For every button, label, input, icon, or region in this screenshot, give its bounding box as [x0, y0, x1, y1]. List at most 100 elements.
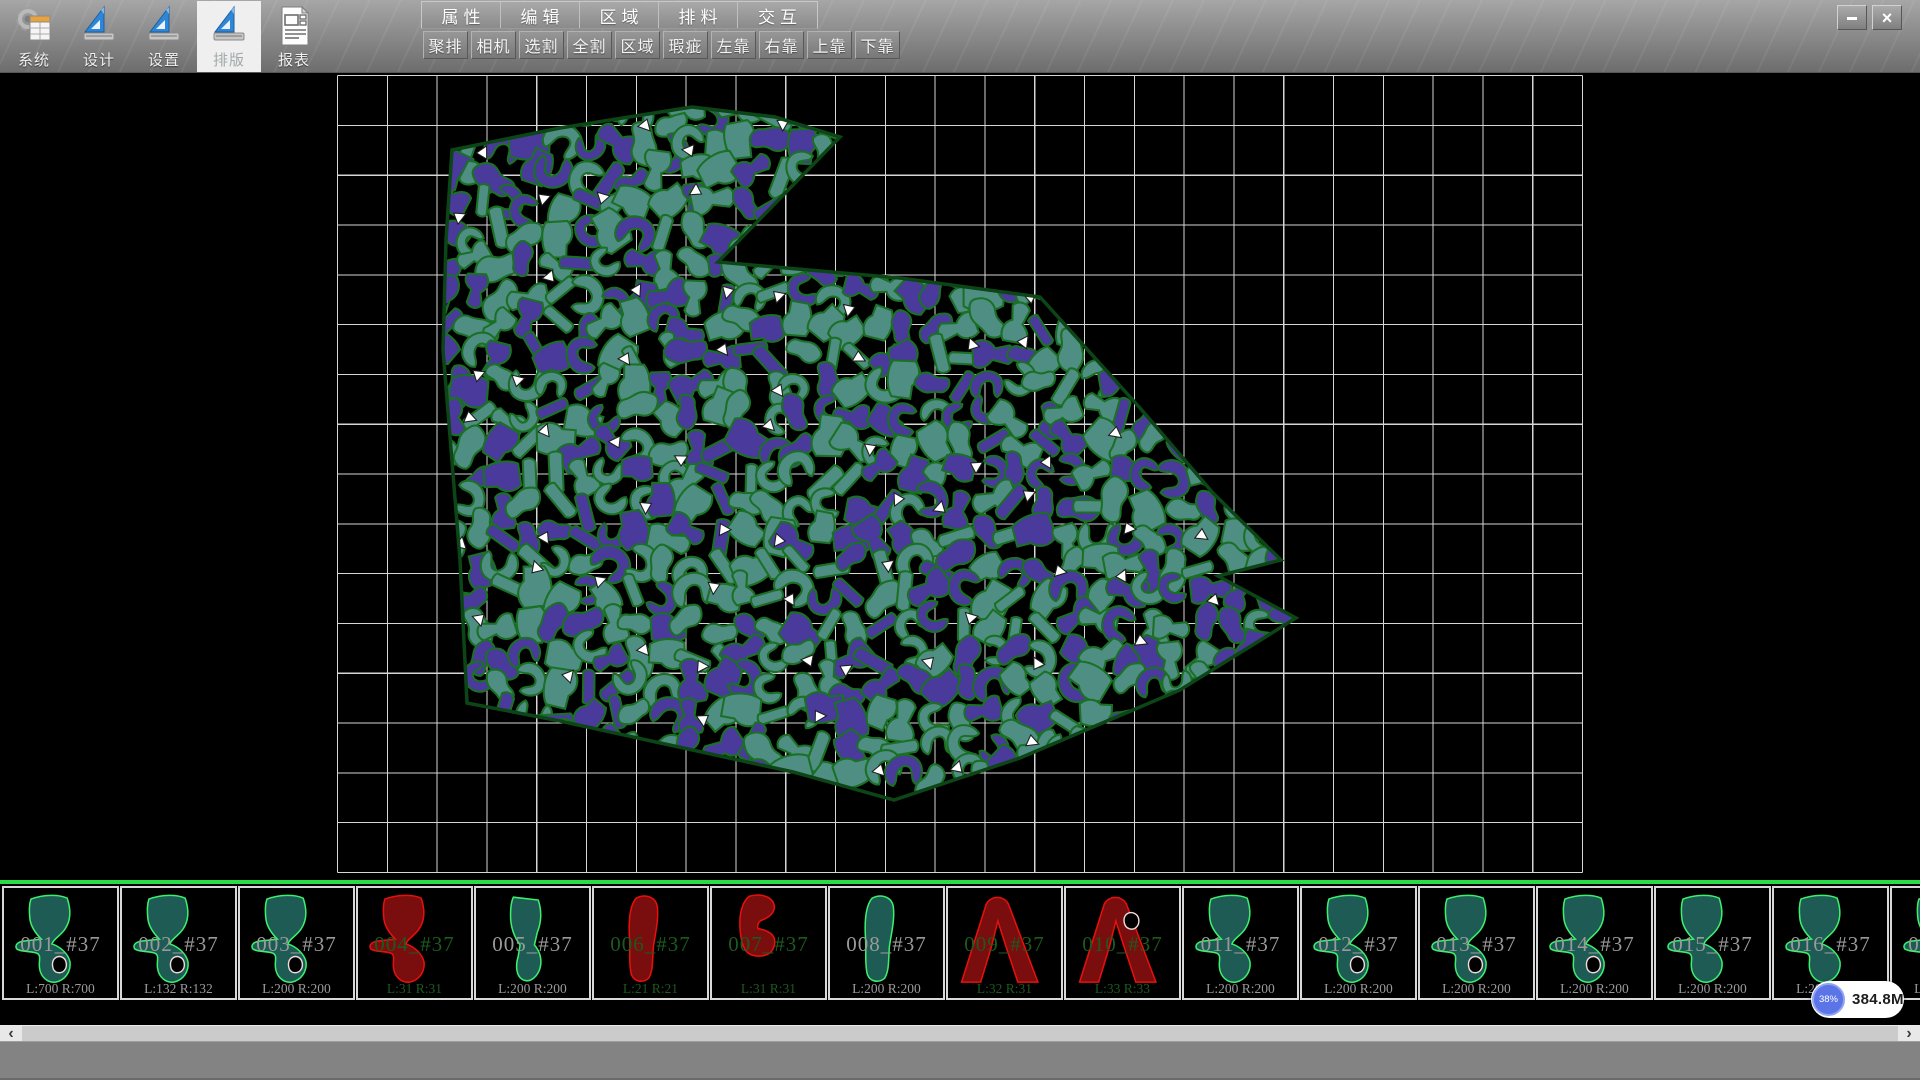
nested-pieces [416, 87, 1316, 808]
thumbnail-id-label: 003_#37 [240, 932, 353, 957]
pattern-thumbnail-1[interactable]: 001_#37L:700 R:700 [2, 886, 119, 1000]
pattern-thumbnail-15[interactable]: 015_#37L:200 R:200 [1654, 886, 1771, 1000]
mode-button-3[interactable]: 设置 [132, 1, 196, 72]
thumbnail-id-label: 001_#37 [4, 932, 117, 957]
pattern-thumbnail-10[interactable]: 010_#37 L:33 R:33 [1064, 886, 1181, 1000]
action-button-10[interactable]: 下靠 [855, 31, 900, 59]
action-button-9[interactable]: 上靠 [807, 31, 852, 59]
thumbnail-lr-count: L:200 R:200 [1302, 981, 1415, 997]
set-square-icon [78, 3, 120, 49]
thumbnail-lr-count: L:200 R:200 [1420, 981, 1533, 997]
piece-marker-icon [1213, 667, 1229, 683]
mode-button-5[interactable]: 报表 [262, 1, 326, 72]
action-button-3[interactable]: 选割 [519, 31, 564, 59]
piece-marker-icon [1175, 367, 1187, 379]
pattern-thumbnail-14[interactable]: 014_#37L:200 R:200 [1536, 886, 1653, 1000]
piece-marker-icon [949, 209, 966, 226]
action-button-6[interactable]: 瑕疵 [663, 31, 708, 59]
report-icon [275, 5, 313, 47]
horizontal-scrollbar[interactable]: ‹ › [0, 1025, 1920, 1041]
thumbnail-id-label: 013_#37 [1420, 932, 1533, 957]
piece-marker-icon [1219, 729, 1235, 745]
piece-marker-icon [782, 592, 795, 605]
menu-tab-1[interactable]: 属性 [422, 2, 501, 28]
set-square-icon [209, 5, 249, 47]
pattern-thumbnail-5[interactable]: 005_#37L:200 R:200 [474, 886, 591, 1000]
thumbnail-id-label: 011_#37 [1184, 932, 1297, 957]
set-square-icon [144, 5, 184, 47]
pattern-thumbnail-12[interactable]: 012_#37L:200 R:200 [1300, 886, 1417, 1000]
piece-marker-icon [1034, 197, 1050, 213]
action-button-5[interactable]: 区域 [615, 31, 660, 59]
mode-button-2[interactable]: 设计 [67, 1, 131, 72]
piece-marker-icon [439, 649, 454, 664]
thumbnail-id-label: 007_#37 [712, 932, 825, 957]
piece-hole [1586, 957, 1600, 973]
pattern-thumbnail-4[interactable]: 004_#37L:31 R:31 [356, 886, 473, 1000]
scroll-left-icon[interactable]: ‹ [0, 1026, 22, 1041]
piece-marker-icon [883, 209, 896, 222]
piece-marker-icon [1189, 294, 1205, 310]
nesting-canvas[interactable] [0, 73, 1920, 880]
piece-hole [1468, 957, 1482, 973]
minimize-button[interactable]: ▬ [1837, 5, 1867, 30]
mode-button-label: 设计 [83, 49, 115, 70]
pattern-thumbnail-9[interactable]: 009_#37L:32 R:31 [946, 886, 1063, 1000]
pattern-thumbnail-8[interactable]: 008_#37L:200 R:200 [828, 886, 945, 1000]
piece-marker-icon [793, 204, 810, 221]
set-square-icon [143, 3, 185, 49]
thumbnail-lr-count: L:200 R:200 [240, 981, 353, 997]
pattern-thumbnail-13[interactable]: 013_#37 L:200 R:200 [1418, 886, 1535, 1000]
menu-tab-4[interactable]: 排料 [659, 2, 738, 28]
set-square-icon [79, 5, 119, 47]
piece-marker-icon [1094, 222, 1108, 236]
piece-marker-icon [1191, 197, 1203, 209]
thumbnail-lr-count: L:200 R:200 [1184, 981, 1297, 997]
mode-button-label: 排版 [213, 49, 245, 70]
action-button-8[interactable]: 右靠 [759, 31, 804, 59]
pattern-thumbnail-11[interactable]: 011_#37 L:200 R:200 [1182, 886, 1299, 1000]
menu-tab-2[interactable]: 编辑 [501, 2, 580, 28]
menu-tab-5[interactable]: 交互 [738, 2, 817, 28]
piece-marker-icon [482, 718, 499, 735]
thumbnail-lr-count: L:31 R:31 [358, 981, 471, 997]
thumbnail-id-label: 017_#37 [1892, 932, 1920, 957]
thumbnail-lr-count: L:21 R:21 [594, 981, 707, 997]
mode-button-label: 系统 [18, 49, 50, 70]
scroll-right-icon[interactable]: › [1898, 1026, 1920, 1041]
close-button[interactable]: × [1872, 5, 1902, 30]
action-button-4[interactable]: 全割 [567, 31, 612, 59]
piece-marker-icon [1268, 218, 1285, 235]
pattern-thumbnail-7[interactable]: 007_#37 L:31 R:31 [710, 886, 827, 1000]
status-bar [0, 1041, 1920, 1080]
thumbnail-lr-count: L:200 R:200 [1538, 981, 1651, 997]
menu-tab-3[interactable]: 区域 [580, 2, 659, 28]
action-button-2[interactable]: 相机 [471, 31, 516, 59]
piece-marker-icon [537, 748, 554, 765]
system-gear-icon [13, 3, 55, 49]
pattern-thumbnail-6[interactable]: 006_#37L:21 R:21 [592, 886, 709, 1000]
piece-marker-icon [526, 113, 540, 127]
piece-marker-icon [1252, 116, 1268, 132]
action-button-1[interactable]: 聚排 [423, 31, 468, 59]
set-square-icon [208, 3, 250, 49]
action-button-7[interactable]: 左靠 [711, 31, 756, 59]
piece-marker-icon [646, 745, 662, 761]
toolbar: 系统设计设置排版报表 属性编辑区域排料交互 聚排相机选割全割区域瑕疵左靠右靠上靠… [0, 0, 1920, 73]
memory-usage-label: 384.8M [1852, 981, 1904, 1018]
memory-badge: 38% 384.8M [1811, 981, 1904, 1018]
window-controls: ▬× [1837, 5, 1902, 30]
mode-button-4[interactable]: 排版 [197, 1, 261, 72]
thumbnail-lr-count: L:200 R:200 [830, 981, 943, 997]
pattern-thumbnail-2[interactable]: 002_#37L:132 R:132 [120, 886, 237, 1000]
thumbnail-id-label: 010_#37 [1066, 932, 1179, 957]
thumbnail-lr-count: L:31 R:31 [712, 981, 825, 997]
thumbnail-lr-count: L:33 R:33 [1066, 981, 1179, 997]
nesting-app-window: 系统设计设置排版报表 属性编辑区域排料交互 聚排相机选割全割区域瑕疵左靠右靠上靠… [0, 0, 1920, 1080]
piece-marker-icon [536, 192, 551, 207]
pattern-thumbnail-strip: 001_#37L:700 R:700002_#37L:132 R:132003_… [0, 884, 1920, 1025]
pattern-thumbnail-3[interactable]: 003_#37 L:200 R:200 [238, 886, 355, 1000]
mode-button-1[interactable]: 系统 [2, 1, 66, 72]
piece-marker-icon [1298, 532, 1315, 549]
thumbnail-id-label: 015_#37 [1656, 932, 1769, 957]
